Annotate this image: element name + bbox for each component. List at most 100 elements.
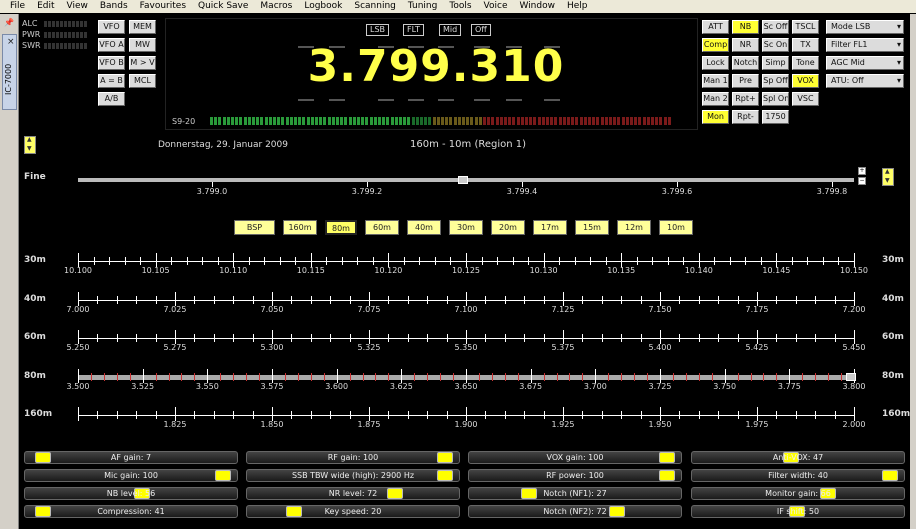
slider-monitor-gain[interactable]: Monitor gain: 66 — [691, 487, 905, 500]
slider-filter-width[interactable]: Filter width: 40 — [691, 469, 905, 482]
menu-edit[interactable]: Edit — [31, 0, 60, 13]
dropdown-filter[interactable]: Filter FL1 — [826, 38, 904, 52]
slider-af-gain[interactable]: AF gain: 7 — [24, 451, 238, 464]
zoom-in-button[interactable]: + — [858, 167, 866, 175]
toggle-mon[interactable]: Mon — [702, 110, 729, 124]
menu-voice[interactable]: Voice — [478, 0, 514, 13]
slider-nr-level[interactable]: NR level: 72 — [246, 487, 460, 500]
band-button-10m[interactable]: 10m — [659, 220, 693, 235]
button-mw[interactable]: MW — [129, 38, 156, 52]
toggle-rpt-[interactable]: Rpt- — [732, 110, 759, 124]
band-button-17m[interactable]: 17m — [533, 220, 567, 235]
dropdown-mode[interactable]: Mode LSB — [826, 20, 904, 34]
toggle-lock[interactable]: Lock — [702, 56, 729, 70]
toggle-man-2[interactable]: Man 2 — [702, 92, 729, 106]
band-button-20m[interactable]: 20m — [491, 220, 525, 235]
slider-anti-vox[interactable]: Anti-VOX: 47 — [691, 451, 905, 464]
toggle-tone[interactable]: Tone — [792, 56, 819, 70]
button-vfo-b[interactable]: VFO B — [98, 56, 125, 70]
band-scale-160m[interactable]: 1.825 1.850 1.875 1.900 1.925 1.950 1.975 2.000 — [78, 403, 865, 433]
slider-nb-level[interactable]: NB level: 56 — [24, 487, 238, 500]
minor-tick — [481, 257, 483, 265]
band-scale-60m[interactable]: 5.250 5.275 5.300 5.325 5.350 5.375 5.400 5.425… — [67, 326, 865, 356]
slider-notch-nf2[interactable]: Notch (NF2): 72 — [468, 505, 682, 518]
band-80m-handle[interactable] — [846, 373, 856, 381]
toggle-sc-on[interactable]: Sc On — [762, 38, 789, 52]
pin-icon[interactable]: 📌 — [4, 18, 14, 27]
menu-window[interactable]: Window — [513, 0, 561, 13]
toggle-vsc[interactable]: VSC — [792, 92, 819, 106]
minor-tick — [802, 373, 804, 381]
scroll-up-down-button[interactable] — [24, 136, 36, 154]
menu-bands[interactable]: Bands — [94, 0, 134, 13]
toggle-spl-on[interactable]: Spl On — [762, 92, 789, 106]
slider-compression[interactable]: Compression: 41 — [24, 505, 238, 518]
toggle-att[interactable]: ATT — [702, 20, 729, 34]
toggle-nb[interactable]: NB — [732, 20, 759, 34]
toggle-1750[interactable]: 1750 — [762, 110, 789, 124]
toggle-simp[interactable]: Simp — [762, 56, 789, 70]
minor-tick — [407, 334, 409, 342]
button-vfo-a[interactable]: VFO A — [98, 38, 125, 52]
minor-tick — [601, 296, 603, 304]
band-scale-30m[interactable]: 10.100 10.105 10.110 10.115 10.120 10.125 10.1… — [64, 249, 868, 279]
band-button-15m[interactable]: 15m — [575, 220, 609, 235]
fine-tuning-handle[interactable] — [458, 176, 468, 184]
toggle-rpt-[interactable]: Rpt+ — [732, 92, 759, 106]
menu-quick-save[interactable]: Quick Save — [192, 0, 254, 13]
band-button-40m[interactable]: 40m — [407, 220, 441, 235]
toggle-sc-off[interactable]: Sc Off — [762, 20, 789, 34]
slider-rf-power[interactable]: RF power: 100 — [468, 469, 682, 482]
toggle-man-1[interactable]: Man 1 — [702, 74, 729, 88]
button-mem[interactable]: MEM — [129, 20, 156, 34]
menu-tuning[interactable]: Tuning — [402, 0, 443, 13]
band-button-80m[interactable]: 80m — [325, 220, 357, 235]
menu-logbook[interactable]: Logbook — [298, 0, 348, 13]
menu-macros[interactable]: Macros — [254, 0, 298, 13]
slider-if-shift[interactable]: IF shift: 50 — [691, 505, 905, 518]
band-button-30m[interactable]: 30m — [449, 220, 483, 235]
toggle-tx[interactable]: TX — [792, 38, 819, 52]
zoom-out-button[interactable]: − — [858, 177, 866, 185]
slider-mic-gain[interactable]: Mic gain: 100 — [24, 469, 238, 482]
fine-tuning-scale[interactable]: 3.799.0 3.799.2 3.799.4 3.799.6 3.799.8 — [78, 170, 854, 200]
band-button-12m[interactable]: 12m — [617, 220, 651, 235]
button-a-b[interactable]: A = B — [98, 74, 125, 88]
slider-vox-gain[interactable]: VOX gain: 100 — [468, 451, 682, 464]
band-scale-40m[interactable]: 7.000 7.025 7.050 7.075 7.100 7.125 7.150 7.175… — [67, 288, 865, 318]
menu-tools[interactable]: Tools — [443, 0, 477, 13]
minor-tick — [233, 334, 235, 342]
close-icon[interactable]: × — [7, 37, 15, 47]
dropdown-agc[interactable]: AGC Mid — [826, 56, 904, 70]
minor-tick — [601, 411, 603, 419]
button-m-v[interactable]: M > V — [129, 56, 156, 70]
band-button-bsp[interactable]: BSP — [234, 220, 275, 235]
toggle-comp[interactable]: Comp — [702, 38, 729, 52]
slider-notch-nf1[interactable]: Notch (NF1): 27 — [468, 487, 682, 500]
band-button-160m[interactable]: 160m — [283, 220, 317, 235]
minor-tick — [621, 373, 623, 381]
toggle-notch[interactable]: Notch — [732, 56, 759, 70]
slider-rf-gain[interactable]: RF gain: 100 — [246, 451, 460, 464]
toggle-pre[interactable]: Pre — [732, 74, 759, 88]
fine-updown-button[interactable] — [882, 168, 894, 186]
dropdown-atu[interactable]: ATU: Off — [826, 74, 904, 88]
toggle-tscl[interactable]: TSCL — [792, 20, 819, 34]
toggle-nr[interactable]: NR — [732, 38, 759, 52]
menu-view[interactable]: View — [61, 0, 94, 13]
button-a-b[interactable]: A/B — [98, 92, 125, 106]
menu-file[interactable]: File — [0, 0, 31, 13]
major-tick — [175, 407, 176, 421]
toggle-sp-off[interactable]: Sp Off — [762, 74, 789, 88]
button-vfo[interactable]: VFO — [98, 20, 125, 34]
menu-scanning[interactable]: Scanning — [348, 0, 402, 13]
toggle-vox[interactable]: VOX — [792, 74, 819, 88]
side-tab-ic7000[interactable]: × IC-7000 — [2, 34, 17, 110]
band-scale-80m[interactable]: 3.500 3.525 3.550 3.575 3.600 3.625 3.650 3.675… — [67, 365, 865, 395]
menu-favourites[interactable]: Favourites — [134, 0, 192, 13]
button-mcl[interactable]: MCL — [129, 74, 156, 88]
menu-help[interactable]: Help — [561, 0, 594, 13]
slider-ssb-tbw-wide-high[interactable]: SSB TBW wide (high): 2900 Hz — [246, 469, 460, 482]
band-button-60m[interactable]: 60m — [365, 220, 399, 235]
slider-key-speed[interactable]: Key speed: 20 — [246, 505, 460, 518]
